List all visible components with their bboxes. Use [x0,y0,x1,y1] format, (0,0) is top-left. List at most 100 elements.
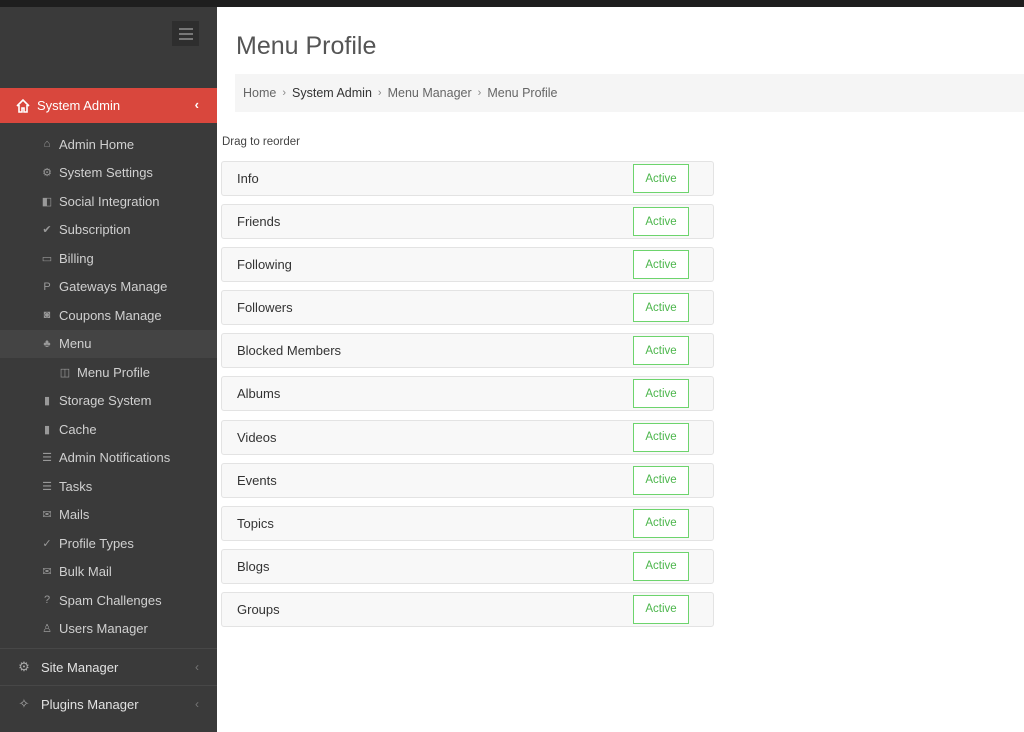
sidebar: System Admin ‹ ⌂ Admin Home ⚙ System Settin… [0,7,217,732]
status-toggle-button[interactable]: Active [633,207,689,237]
sidebar-item-label: Storage System [59,393,152,409]
sidebar-item-label: Users Manager [59,621,148,637]
menu-row[interactable]: Events Active [221,462,714,498]
envelope-icon: ✉ [42,566,52,579]
sidebar-item-label: System Settings [59,165,153,181]
menu-row[interactable]: Groups Active [221,591,714,627]
menu-row-label: Albums [237,386,281,402]
menu-row[interactable]: Friends Active [221,204,714,240]
gears-icon: ⚙ [18,659,30,674]
menu-row[interactable]: Blocked Members Active [221,333,714,369]
menu-profile-list: Info Active Friends Active Following Active Fo… [221,161,714,635]
breadcrumb-separator-icon: › [377,87,382,99]
sidebar-item-tasks[interactable]: ☰ Tasks [0,472,217,501]
user-icon: ♙ [42,623,52,636]
breadcrumb-separator-icon: › [282,87,287,99]
sidebar-item-admin-home[interactable]: ⌂ Admin Home [0,130,217,159]
sidebar-item-menu[interactable]: ♣ Menu [0,329,217,358]
chevron-left-icon: ‹ [194,97,199,112]
sitemap-icon: ♣ [43,337,51,350]
chevron-left-icon: ‹ [195,660,199,674]
status-toggle-button[interactable]: Active [633,551,689,581]
check-icon: ✔ [42,224,52,237]
menu-row[interactable]: Followers Active [221,290,714,326]
sidebar-item-users-manager[interactable]: ♙ Users Manager [0,615,217,644]
envelope-icon: ✉ [42,509,52,522]
sidebar-item-cache[interactable]: ▮ Cache [0,415,217,444]
breadcrumb-menu-manager[interactable]: Menu Manager [388,86,472,100]
sidebar-section-system-admin[interactable]: System Admin ‹ [0,88,217,123]
status-toggle-button[interactable]: Active [633,422,689,452]
breadcrumb: Home › System Admin › Menu Manager › Men… [235,74,1024,112]
sidebar-item-mails[interactable]: ✉ Mails [0,501,217,530]
puzzle-icon: ✧ [18,696,30,711]
columns-icon: ◫ [59,366,71,379]
sidebar-item-admin-notifications[interactable]: ☰ Admin Notifications [0,444,217,473]
menu-row-label: Info [237,171,259,186]
sidebar-item-gateways-manage[interactable]: P Gateways Manage [0,273,217,302]
breadcrumb-separator-icon: › [477,87,482,99]
menu-row-label: Blogs [237,558,270,574]
home-icon [16,98,30,113]
sidebar-item-label: Menu Profile [77,364,150,380]
file-icon: ▮ [43,423,51,436]
status-toggle-button[interactable]: Active [633,164,689,193]
drag-hint: Drag to reorder [222,136,300,148]
check-circle-icon: ✓ [42,537,52,550]
sidebar-item-subscription[interactable]: ✔ Subscription [0,216,217,245]
sidebar-item-label: Tasks [59,478,93,494]
status-toggle-button[interactable]: Active [633,594,689,624]
sidebar-item-social-integration[interactable]: ◧ Social Integration [0,187,217,216]
gear-icon: ⚙ [42,167,52,180]
menu-row-label: Following [237,257,292,273]
paypal-icon: P [43,280,51,293]
status-toggle-button[interactable]: Active [633,293,689,323]
sidebar-item-label: Bulk Mail [59,564,112,580]
menu-row[interactable]: Topics Active [221,505,714,541]
sidebar-toggle-button[interactable] [172,21,199,46]
status-toggle-button[interactable]: Active [633,336,689,366]
menu-row[interactable]: Albums Active [221,376,714,412]
status-toggle-button[interactable]: Active [633,508,689,538]
menu-row[interactable]: Following Active [221,247,714,283]
menu-row[interactable]: Info Active [221,161,714,196]
hamburger-icon [178,27,193,30]
breadcrumb-system-admin[interactable]: System Admin [292,86,372,100]
menu-row[interactable]: Videos Active [221,419,714,455]
breadcrumb-home[interactable]: Home [243,86,276,100]
sidebar-item-label: Admin Notifications [59,450,171,466]
status-toggle-button[interactable]: Active [633,250,689,280]
sidebar-item-label: Plugins Manager [41,696,139,712]
sidebar-item-label: Mails [59,507,90,523]
sidebar-item-bulk-mail[interactable]: ✉ Bulk Mail [0,558,217,587]
sidebar-item-system-settings[interactable]: ⚙ System Settings [0,159,217,188]
sidebar-submenu: ⌂ Admin Home ⚙ System Settings ◧ Social Integ… [0,130,217,643]
sidebar-item-coupons-manage[interactable]: ◙ Coupons Manage [0,301,217,330]
home-outline-icon: ⌂ [43,138,51,151]
menu-row-label: Events [237,472,277,488]
list-icon: ☰ [42,480,52,493]
sidebar-item-menu-profile[interactable]: ◫ Menu Profile [0,358,217,387]
sidebar-item-label: Cache [59,421,97,437]
sidebar-item-label: Social Integration [59,193,160,209]
menu-row-label: Friends [237,214,281,230]
sidebar-item-label: Site Manager [41,659,119,675]
sidebar-item-plugins-manager[interactable]: ✧ Plugins Manager ‹ [0,685,217,722]
sidebar-section-label: System Admin [37,98,121,113]
status-toggle-button[interactable]: Active [633,465,689,495]
menu-row-label: Videos [237,429,277,445]
sidebar-item-label: Subscription [59,222,131,238]
sidebar-item-site-manager[interactable]: ⚙ Site Manager ‹ [0,648,217,685]
sidebar-item-label: Spam Challenges [59,592,162,608]
money-icon: ◙ [43,309,51,322]
menu-row[interactable]: Blogs Active [221,548,714,584]
sidebar-item-profile-types[interactable]: ✓ Profile Types [0,529,217,558]
credit-card-icon: ▭ [41,252,53,265]
top-bar [0,0,1024,7]
sidebar-item-storage-system[interactable]: ▮ Storage System [0,387,217,416]
sidebar-item-billing[interactable]: ▭ Billing [0,244,217,273]
status-toggle-button[interactable]: Active [633,379,689,409]
sidebar-item-spam-challenges[interactable]: ? Spam Challenges [0,586,217,615]
question-circle-icon: ? [43,594,51,607]
sidebar-item-label: Admin Home [59,136,135,152]
